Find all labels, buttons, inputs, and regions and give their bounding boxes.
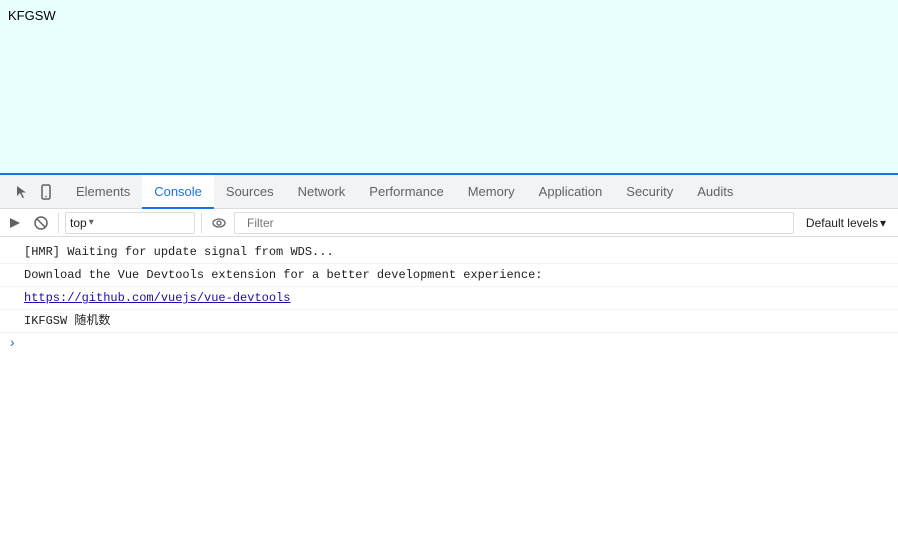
default-levels-selector[interactable]: Default levels ▾	[798, 212, 894, 234]
console-line-download: Download the Vue Devtools extension for …	[0, 264, 898, 287]
console-prompt-line: ›	[0, 333, 898, 355]
tab-memory[interactable]: Memory	[456, 175, 527, 209]
tab-performance[interactable]: Performance	[357, 175, 455, 209]
toolbar-divider-1	[58, 213, 59, 233]
console-input[interactable]	[20, 337, 890, 351]
filter-input[interactable]	[239, 216, 789, 230]
tab-audits[interactable]: Audits	[685, 175, 745, 209]
toolbar-divider-2	[201, 213, 202, 233]
filter-input-wrapper[interactable]	[234, 212, 794, 234]
eye-icon[interactable]	[208, 212, 230, 234]
tab-bar: Elements Console Sources Network Perform…	[0, 175, 898, 209]
clear-console-icon[interactable]	[30, 212, 52, 234]
context-selector[interactable]: top ▾	[65, 212, 195, 234]
play-icon[interactable]	[4, 212, 26, 234]
mobile-icon[interactable]	[36, 182, 56, 202]
download-text: Download the Vue Devtools extension for …	[24, 266, 542, 284]
prompt-arrow-icon: ›	[8, 335, 16, 353]
cursor-icon[interactable]	[12, 182, 32, 202]
default-levels-label: Default levels	[806, 216, 878, 230]
default-levels-chevron-icon: ▾	[880, 216, 886, 230]
context-chevron-icon: ▾	[89, 217, 94, 228]
console-toolbar: top ▾ Default levels ▾	[0, 209, 898, 237]
hmr-text: [HMR] Waiting for update signal from WDS…	[24, 243, 334, 261]
tab-security[interactable]: Security	[614, 175, 685, 209]
tab-console[interactable]: Console	[142, 175, 214, 209]
page-title: KFGSW	[8, 8, 56, 23]
tab-sources[interactable]: Sources	[214, 175, 286, 209]
console-line-random: IKFGSW 随机数	[0, 310, 898, 333]
devtools-link[interactable]: https://github.com/vuejs/vue-devtools	[24, 289, 290, 307]
random-text: IKFGSW 随机数	[24, 312, 110, 330]
console-line-hmr: [HMR] Waiting for update signal from WDS…	[0, 241, 898, 264]
devtools-toolbar-icons	[4, 182, 64, 202]
tab-network[interactable]: Network	[286, 175, 358, 209]
devtools-panel: Elements Console Sources Network Perform…	[0, 175, 898, 555]
context-value: top	[70, 216, 87, 230]
page-area: KFGSW	[0, 0, 898, 175]
console-line-link: https://github.com/vuejs/vue-devtools	[0, 287, 898, 310]
tab-elements[interactable]: Elements	[64, 175, 142, 209]
console-output: [HMR] Waiting for update signal from WDS…	[0, 237, 898, 555]
tab-application[interactable]: Application	[527, 175, 615, 209]
